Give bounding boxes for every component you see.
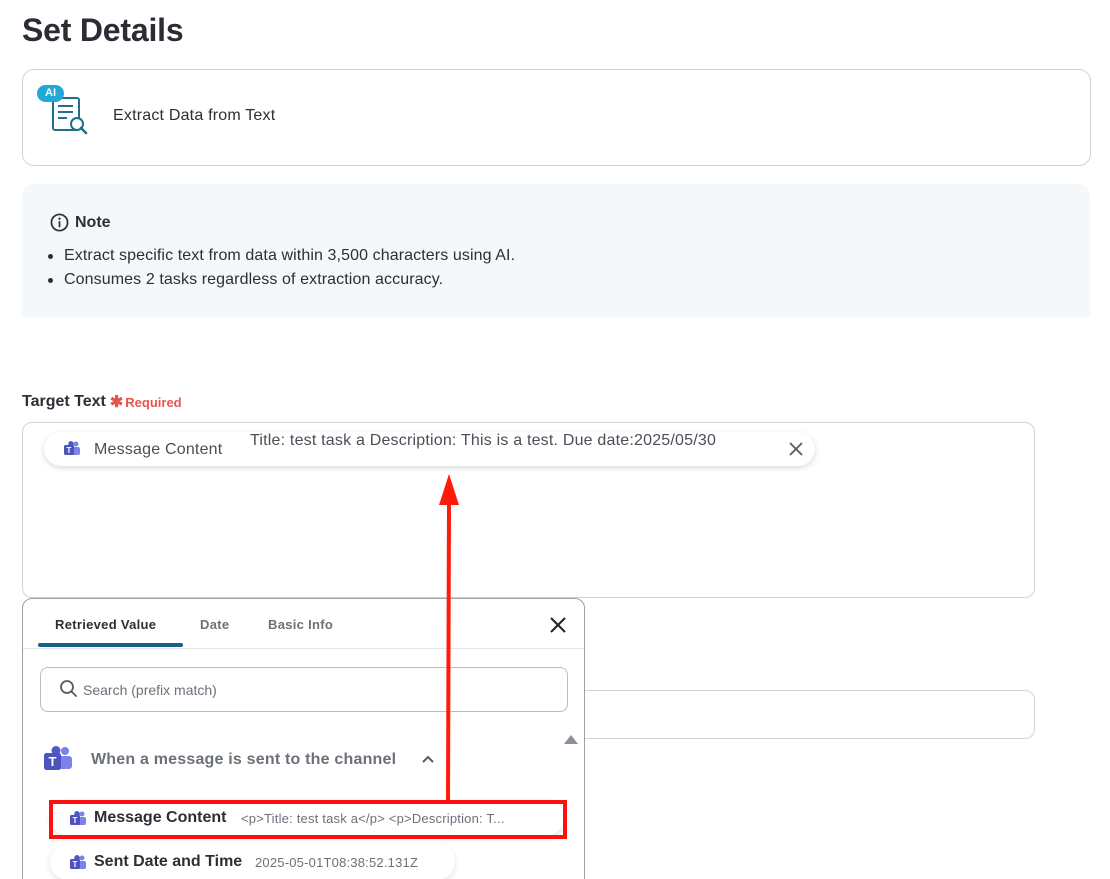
svg-text:T: T <box>73 816 78 825</box>
info-icon <box>50 213 69 232</box>
value-picker-popover: Retrieved Value Date Basic Info T When a… <box>22 598 585 879</box>
operation-card: AI Extract Data from Text <box>22 69 1091 166</box>
trigger-group-label: When a message is sent to the channel <box>91 751 397 768</box>
svg-text:T: T <box>73 860 78 869</box>
teams-icon: T <box>70 811 86 825</box>
item-name: Sent Date and Time <box>94 853 243 870</box>
required-star-icon: ✱ <box>109 394 124 411</box>
picker-tabs: Retrieved Value Date Basic Info <box>23 599 584 649</box>
search-input[interactable] <box>83 677 543 703</box>
target-text-chip[interactable]: T Message Content Title: test task a Des… <box>44 432 815 466</box>
ai-badge: AI <box>45 87 56 99</box>
chip-name: Message Content <box>94 441 223 458</box>
target-text-label: Target Text ✱ Required <box>22 392 182 412</box>
item-value: <p>Title: test task a</p> <p>Description… <box>241 811 505 826</box>
trigger-group-header[interactable]: T When a message is sent to the channel <box>43 744 443 776</box>
page-title: Set Details <box>22 12 184 48</box>
tab-retrieved-value[interactable]: Retrieved Value <box>55 617 156 632</box>
active-tab-indicator <box>38 643 183 647</box>
scroll-up-arrow-icon[interactable] <box>564 735 578 744</box>
note-list: Extract specific text from data within 3… <box>46 244 515 292</box>
note-item: Consumes 2 tasks regardless of extractio… <box>46 268 515 292</box>
note-item: Extract specific text from data within 3… <box>46 244 515 268</box>
teams-icon: T <box>70 855 86 869</box>
teams-icon: T <box>44 746 72 770</box>
svg-text:T: T <box>49 754 57 769</box>
list-item-message-content[interactable]: T Message Content <p>Title: test task a<… <box>50 800 564 836</box>
target-text-label-text: Target Text <box>22 393 106 410</box>
operation-label: Extract Data from Text <box>113 107 276 124</box>
search-icon <box>60 680 77 697</box>
svg-text:T: T <box>67 446 72 455</box>
chip-remove-icon[interactable] <box>787 440 805 458</box>
item-name: Message Content <box>94 809 227 826</box>
chip-value: Title: test task a Description: This is … <box>250 432 717 449</box>
search-box <box>40 667 568 712</box>
tab-date[interactable]: Date <box>200 617 229 632</box>
tab-basic-info[interactable]: Basic Info <box>268 617 333 632</box>
teams-icon: T <box>64 441 80 455</box>
list-item-sent-date-time[interactable]: T Sent Date and Time 2025-05-01T08:38:52… <box>50 844 455 879</box>
note-panel: Note Extract specific text from data wit… <box>22 184 1090 317</box>
note-title: Note <box>75 213 111 231</box>
background-input-field[interactable] <box>560 690 1035 739</box>
close-icon[interactable] <box>548 615 568 635</box>
required-label: Required <box>125 394 182 410</box>
item-value: 2025-05-01T08:38:52.131Z <box>255 855 419 870</box>
chevron-up-icon <box>422 755 434 763</box>
